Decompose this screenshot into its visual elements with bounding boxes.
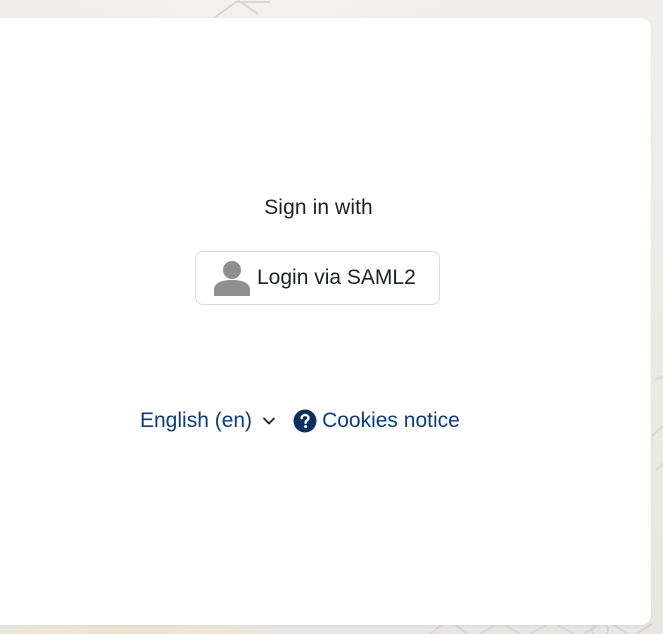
footer-links: English (en) Cookies notice [140, 406, 460, 436]
user-silhouette-icon [213, 259, 251, 297]
login-saml2-button[interactable]: Login via SAML2 [195, 251, 440, 305]
language-selected-label: English (en) [140, 409, 253, 432]
cookies-notice-link[interactable]: Cookies notice [293, 409, 460, 433]
language-selector[interactable]: English (en) [140, 409, 276, 433]
login-card [0, 18, 651, 625]
login-saml2-label: Login via SAML2 [257, 266, 416, 289]
sign-in-heading: Sign in with [264, 196, 373, 219]
question-circle-icon [293, 409, 317, 433]
chevron-down-icon [252, 414, 276, 428]
cookies-notice-label: Cookies notice [322, 409, 460, 432]
